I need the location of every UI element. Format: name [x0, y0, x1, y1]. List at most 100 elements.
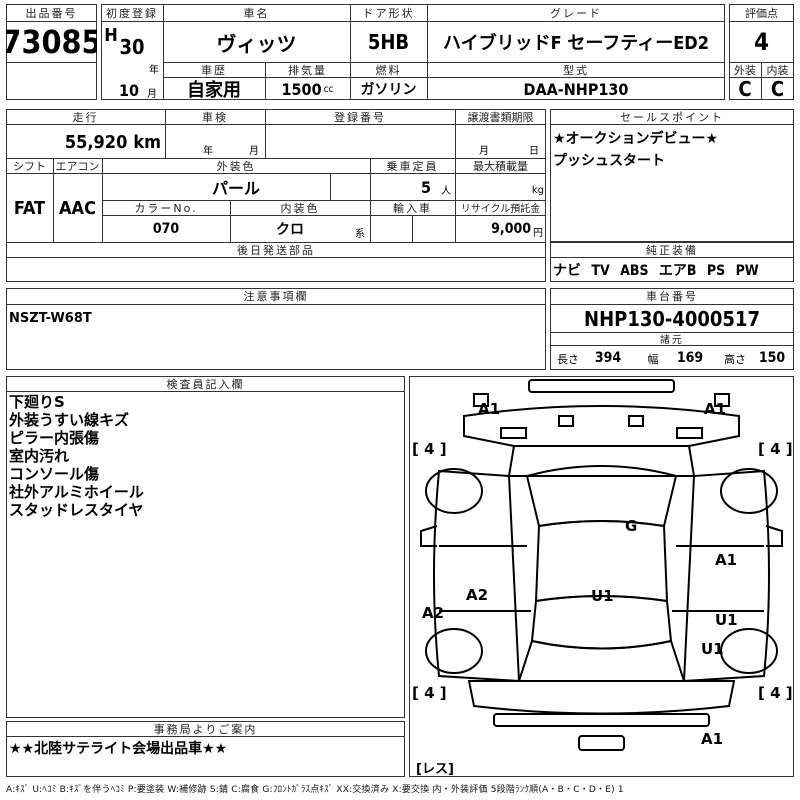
month-unit: 月 — [147, 88, 157, 100]
model-label: 型式 — [563, 63, 589, 77]
fuel: ガソリン — [360, 82, 417, 98]
capacity-unit: 人 — [441, 186, 451, 197]
sales-line-2: プッシュスタート — [553, 153, 665, 169]
transfer-label: 譲渡書類期限 — [467, 110, 534, 124]
notes-label: 注意事項欄 — [243, 290, 309, 303]
inspection-year-unit: 年 — [203, 145, 213, 157]
ac-label: エアコン — [55, 159, 100, 173]
legend: A:ｷｽﾞ U:ﾍｺﾐ B:ｷｽﾞを伴うﾍｺﾐ P:要塗装 W:補修跡 S:錆 … — [6, 785, 624, 795]
chassis-label: 車台番号 — [646, 290, 698, 303]
recycle-label: リサイクル預託金 — [460, 204, 541, 215]
recycle-unit: 円 — [533, 228, 543, 239]
tire-tread-rear-left: [ 4 ] — [412, 684, 447, 702]
length: 394 — [594, 350, 622, 366]
inspector-line: 外装うすい線キズ — [9, 411, 130, 429]
color-no: 070 — [152, 221, 180, 237]
mileage: 55,920 — [64, 131, 128, 153]
damage-mark: A1 — [704, 400, 727, 418]
door-label: ドア形状 — [362, 6, 415, 20]
damage-mark: U1 — [715, 611, 738, 629]
int-color: クロ — [276, 222, 304, 238]
mileage-row: 55,920 km — [6, 128, 165, 156]
car-name: ヴィッツ — [216, 31, 297, 56]
length-label: 長さ — [557, 353, 579, 366]
mileage-label: 走行 — [72, 110, 99, 124]
lot-number-label: 出品番号 — [25, 6, 78, 20]
grade: ハイブリッドF セーフティーED2 — [443, 33, 709, 54]
later-parts-label: 後日発送部品 — [237, 243, 315, 257]
door-type: 5HB — [367, 30, 410, 54]
tire-tread-front-right: [ 4 ] — [758, 440, 793, 458]
inspector-line: 社外アルミホイール — [9, 483, 144, 501]
damage-mark: U1 — [701, 640, 724, 658]
reg-no-label: 登録番号 — [334, 110, 386, 124]
exterior-color: パール — [211, 179, 260, 198]
damage-mark: A2 — [466, 586, 489, 604]
sales-line-1: ★オークションデビュー★ — [553, 131, 719, 147]
color-label: 外装色 — [216, 159, 256, 173]
score: 4 — [753, 28, 770, 56]
car-name-label: 車名 — [243, 6, 270, 20]
shift: FAT — [13, 197, 46, 219]
damage-mark: A2 — [422, 604, 445, 622]
first-reg-label: 初度登録 — [106, 6, 158, 20]
shift-label: シフト — [13, 159, 46, 173]
damage-mark: A1 — [478, 400, 501, 418]
score-label: 評価点 — [745, 6, 778, 20]
sales-point-box — [550, 109, 794, 242]
tire-tread-front-left: [ 4 ] — [412, 440, 447, 458]
import-label: 輸入車 — [393, 201, 432, 215]
ext-label: 外装 — [734, 63, 756, 77]
int-color-unit: 系 — [355, 228, 365, 240]
damage-mark: G — [625, 517, 638, 535]
inspector-line: ピラー内張傷 — [9, 429, 100, 447]
office-text: ★★北陸サテライト会場出品車★★ — [9, 741, 228, 757]
first-reg-month: 10 — [118, 80, 140, 100]
tire-tread-rear-right: [ 4 ] — [758, 684, 793, 702]
recycle-row: 9,000 円 — [455, 216, 546, 242]
width-label: 幅 — [647, 353, 659, 366]
max-load-label: 最大積載量 — [473, 159, 528, 173]
specs-label: 諸元 — [660, 335, 684, 345]
history-label: 車歴 — [201, 63, 227, 77]
color-no-label: カラーNo. — [134, 201, 198, 215]
year-unit: 年 — [149, 64, 159, 76]
inspector-label: 検査員記入欄 — [166, 377, 245, 391]
capacity-label: 乗車定員 — [386, 159, 439, 173]
car-outline-diagram — [420, 379, 783, 751]
inspection-month-unit: 月 — [249, 145, 259, 157]
damage-mark: A1 — [715, 551, 738, 569]
model: DAA-NHP130 — [523, 79, 629, 99]
sales-point-label: セールスポイント — [620, 110, 724, 124]
equipment: ナビ TV ABS エアB PS PW — [553, 263, 759, 279]
notes-text: NSZT-W68T — [9, 311, 92, 326]
transfer-month-unit: 月 — [479, 145, 489, 157]
int-score: C — [770, 78, 785, 100]
lot-number: 73085 — [6, 23, 97, 61]
recycle-fee: 9,000 — [491, 221, 531, 237]
chassis-number: NHP130-4000517 — [584, 306, 760, 331]
first-reg-year: 30 — [119, 35, 145, 59]
history: 自家用 — [187, 80, 241, 100]
damage-mark: U1 — [591, 587, 614, 605]
inspection-label: 車検 — [202, 110, 228, 124]
fuel-label: 燃料 — [375, 63, 402, 77]
transfer-day-unit: 日 — [529, 145, 539, 157]
int-color-label: 内装色 — [280, 201, 320, 215]
displacement-label: 排気量 — [288, 63, 327, 77]
inspector-line: 室内汚れ — [9, 447, 70, 465]
ext-score: C — [738, 78, 752, 100]
damage-mark: A1 — [701, 730, 724, 748]
grade-label: グレード — [550, 6, 602, 20]
max-load-unit: kg — [531, 184, 544, 196]
inspector-line: コンソール傷 — [9, 465, 100, 483]
capacity: 5 — [420, 177, 431, 197]
equipment-label: 純正装備 — [646, 243, 698, 257]
displacement-row: 1500 cc — [265, 78, 350, 100]
office-label: 事務局よりご案内 — [153, 722, 258, 736]
inspector-line: スタッドレスタイヤ — [9, 501, 144, 519]
int-label: 内装 — [766, 63, 789, 77]
height-label: 高さ — [724, 353, 746, 366]
displacement: 1500 — [281, 79, 322, 99]
ac: AAC — [59, 197, 96, 219]
